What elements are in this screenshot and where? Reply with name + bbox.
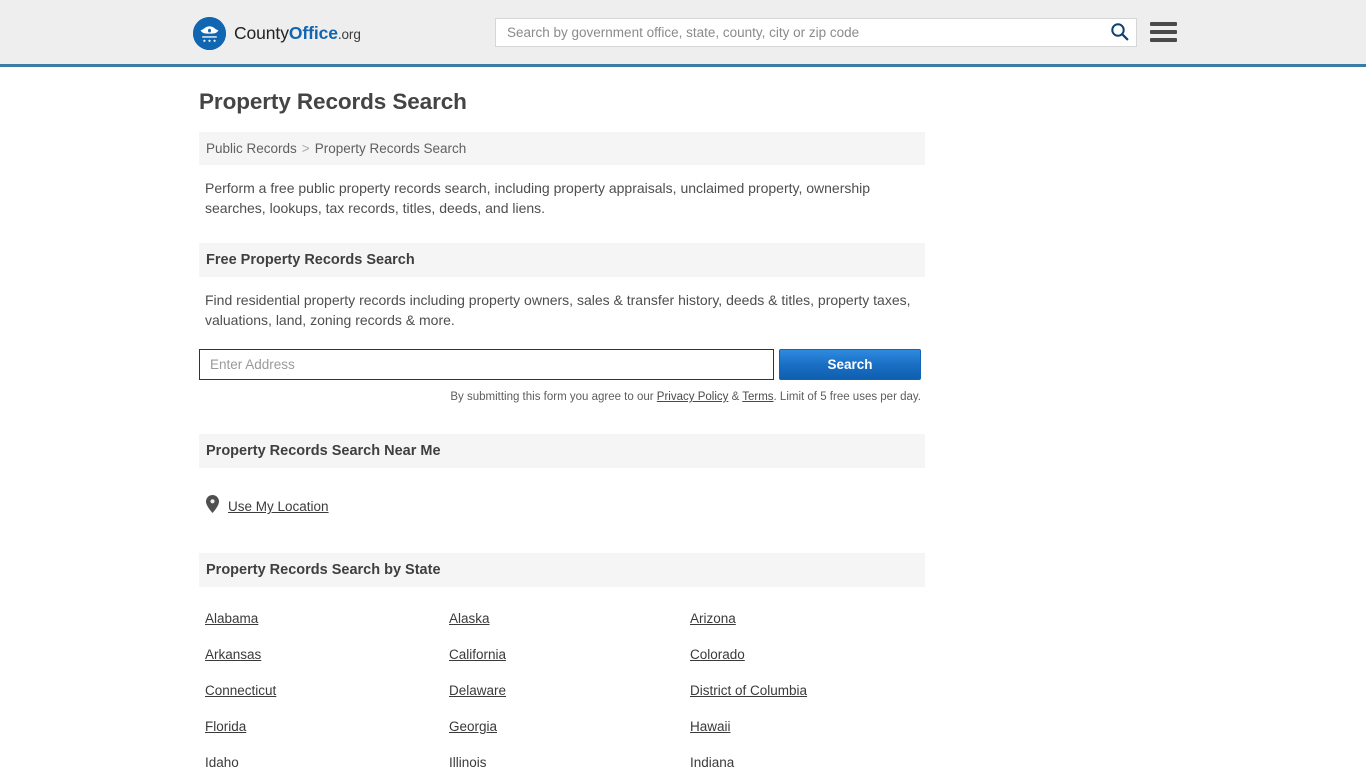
state-links-grid: Alabama Alaska Arizona Arkansas Californ… (205, 611, 925, 768)
site-logo-text: CountyOffice.org (234, 23, 361, 44)
map-pin-icon (206, 495, 219, 518)
state-link[interactable]: Indiana (690, 755, 734, 768)
hamburger-bar (1150, 30, 1177, 34)
use-my-location-link[interactable]: Use My Location (228, 499, 329, 514)
address-search-form: Search (199, 349, 921, 380)
hamburger-menu-icon[interactable] (1150, 19, 1177, 45)
brand-part-2: Office (288, 23, 338, 43)
address-search-button[interactable]: Search (779, 349, 921, 380)
page-title: Property Records Search (199, 89, 467, 114)
site-logo[interactable]: CountyOffice.org (193, 17, 361, 50)
state-link[interactable]: Illinois (449, 755, 487, 768)
state-link[interactable]: Idaho (205, 755, 239, 768)
terms-link[interactable]: Terms (742, 391, 773, 403)
brand-part-1: County (234, 23, 289, 43)
site-header: CountyOffice.org (0, 0, 1366, 67)
state-link[interactable]: District of Columbia (690, 683, 807, 698)
search-input[interactable] (496, 19, 1102, 46)
disclaimer-suffix: . Limit of 5 free uses per day. (773, 391, 921, 403)
eagle-seal-icon (193, 17, 226, 50)
section-heading-by-state: Property Records Search by State (199, 553, 925, 587)
header-search-bar[interactable] (495, 18, 1137, 47)
hamburger-bar (1150, 22, 1177, 26)
disclaimer-prefix: By submitting this form you agree to our (450, 391, 657, 403)
state-link[interactable]: Georgia (449, 719, 497, 734)
disclaimer-ampersand: & (728, 391, 743, 403)
search-submit-button[interactable] (1102, 19, 1136, 46)
state-link[interactable]: Delaware (449, 683, 506, 698)
breadcrumb-parent-link[interactable]: Public Records (206, 141, 297, 156)
state-link[interactable]: Alabama (205, 611, 258, 626)
page-intro-text: Perform a free public property records s… (205, 180, 871, 216)
state-link[interactable]: Florida (205, 719, 246, 734)
breadcrumb: Public Records > Property Records Search (199, 132, 925, 165)
address-input[interactable] (199, 349, 774, 380)
form-disclaimer: By submitting this form you agree to our… (199, 391, 921, 403)
brand-tld: .org (337, 27, 361, 42)
section-heading-free-search: Free Property Records Search (199, 243, 925, 277)
free-search-description: Find residential property records includ… (205, 292, 911, 328)
state-link[interactable]: Arkansas (205, 647, 261, 662)
state-link[interactable]: Connecticut (205, 683, 276, 698)
search-icon (1110, 22, 1129, 44)
state-link[interactable]: Alaska (449, 611, 490, 626)
breadcrumb-current: Property Records Search (314, 141, 467, 156)
section-heading-near-me: Property Records Search Near Me (199, 434, 925, 468)
state-link[interactable]: Arizona (690, 611, 736, 626)
use-my-location-row[interactable]: Use My Location (206, 495, 925, 518)
hamburger-bar (1150, 38, 1177, 42)
privacy-policy-link[interactable]: Privacy Policy (657, 391, 729, 403)
main-content: Property Records Search Public Records >… (0, 67, 1366, 768)
breadcrumb-separator: > (301, 141, 310, 156)
state-link[interactable]: Hawaii (690, 719, 731, 734)
state-link[interactable]: Colorado (690, 647, 745, 662)
state-link[interactable]: California (449, 647, 506, 662)
